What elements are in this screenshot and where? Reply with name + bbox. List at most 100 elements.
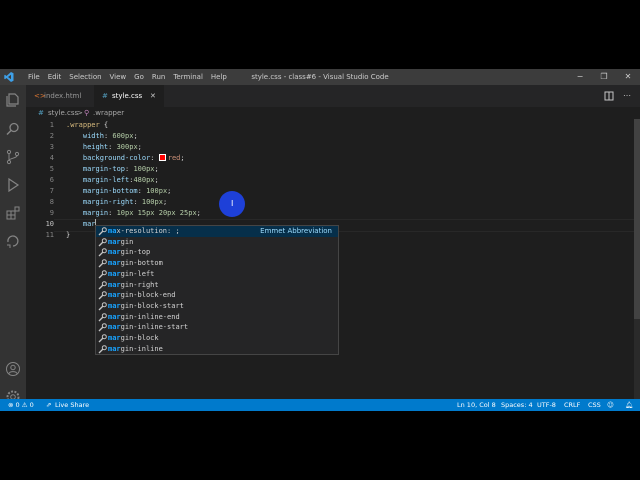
- suggestion-detail: Emmet Abbreviation: [260, 227, 332, 235]
- more-actions-icon[interactable]: ⋯: [622, 91, 632, 101]
- suggestion-match: mar: [108, 248, 121, 257]
- suggestion-item[interactable]: max-resolution: ; Emmet Abbreviation: [96, 226, 338, 237]
- line-number: 10: [45, 220, 54, 228]
- activity-bar: [0, 85, 26, 404]
- code-line[interactable]: margin-left:480px;: [66, 175, 159, 186]
- code-line[interactable]: margin-top: 100px;: [66, 164, 159, 175]
- menu-go[interactable]: Go: [130, 69, 148, 85]
- feedback-icon[interactable]: ☺: [607, 399, 614, 411]
- line-ending[interactable]: CRLF: [564, 399, 580, 411]
- code-token: margin-bottom: [66, 187, 138, 195]
- notifications-icon[interactable]: 🔔︎: [625, 399, 633, 411]
- breadcrumb-symbol[interactable]: .wrapper: [93, 107, 124, 119]
- remote-explorer-icon[interactable]: [5, 233, 21, 249]
- suggestion-label: margin-inline-end: [108, 312, 180, 323]
- suggestion-item[interactable]: margin-right: [96, 280, 338, 291]
- suggestion-label: margin-block-start: [108, 301, 184, 312]
- code-line[interactable]: margin-bottom: 100px;: [66, 186, 172, 197]
- language-mode[interactable]: CSS: [588, 399, 601, 411]
- menu-terminal[interactable]: Terminal: [169, 69, 207, 85]
- tab-style-css[interactable]: # style.css ✕: [94, 85, 164, 107]
- suggestion-item[interactable]: margin-left: [96, 269, 338, 280]
- menu-selection[interactable]: Selection: [65, 69, 105, 85]
- maximize-button[interactable]: ❐: [592, 69, 616, 85]
- code-token: 10px 15px 20px 25px: [116, 209, 197, 217]
- extensions-icon[interactable]: [5, 205, 21, 221]
- split-editor-icon[interactable]: [604, 91, 614, 101]
- suggestion-match: mar: [108, 280, 121, 289]
- mouse-click-indicator: I: [219, 191, 245, 217]
- close-tab-icon[interactable]: ✕: [150, 85, 156, 107]
- menu-run[interactable]: Run: [148, 69, 169, 85]
- close-window-button[interactable]: ✕: [616, 69, 640, 85]
- editor-tabs: <> index.html # style.css ✕ ⋯: [26, 85, 640, 107]
- suggestion-item[interactable]: margin-top: [96, 247, 338, 258]
- code-line[interactable]: width: 600px;: [66, 131, 138, 142]
- suggestion-match: mar: [108, 291, 121, 300]
- code-token: 100px: [146, 187, 168, 195]
- suggestion-item[interactable]: margin-inline-start: [96, 322, 338, 333]
- code-token: width: [66, 132, 104, 140]
- code-token: mar: [66, 220, 96, 228]
- code-line[interactable]: .wrapper {: [66, 120, 108, 131]
- breadcrumb-separator: >: [77, 109, 83, 117]
- text-cursor-icon: I: [231, 199, 234, 208]
- color-swatch[interactable]: [158, 154, 166, 161]
- menu-help[interactable]: Help: [207, 69, 231, 85]
- line-number: 2: [49, 132, 54, 140]
- menu-file[interactable]: File: [24, 69, 44, 85]
- suggestion-rest: gin-top: [120, 248, 151, 257]
- code-line[interactable]: margin: 10px 15px 20px 25px;: [66, 208, 201, 219]
- suggestion-item[interactable]: margin: [96, 237, 338, 248]
- suggestion-label: margin: [108, 237, 133, 248]
- menu-view[interactable]: View: [106, 69, 131, 85]
- code-line[interactable]: margin-right: 100px;: [66, 197, 167, 208]
- problems-indicator[interactable]: ⊗ 0 ⚠ 0: [8, 399, 34, 411]
- code-token: 600px: [112, 132, 134, 140]
- code-token: margin-left: [66, 176, 130, 184]
- scrollbar-thumb[interactable]: [634, 119, 640, 319]
- line-number: 9: [49, 209, 54, 217]
- suggestion-label: margin-bottom: [108, 258, 163, 269]
- code-token: {: [99, 121, 109, 129]
- tab-index-html[interactable]: <> index.html: [26, 85, 94, 107]
- css-file-icon: #: [102, 92, 108, 100]
- live-share-icon[interactable]: ⇗: [46, 399, 51, 411]
- breadcrumb-file[interactable]: style.css: [48, 107, 78, 119]
- suggestion-item[interactable]: margin-inline: [96, 344, 338, 355]
- breadcrumb: # style.css > ⚲ .wrapper: [26, 107, 640, 119]
- minimize-button[interactable]: −: [568, 69, 592, 85]
- title-bar: File Edit Selection View Go Run Terminal…: [0, 69, 640, 85]
- search-icon[interactable]: [5, 121, 21, 137]
- wrench-icon: [98, 237, 107, 247]
- wrench-icon: [98, 312, 107, 322]
- suggestion-item[interactable]: margin-inline-end: [96, 312, 338, 323]
- wrench-icon: [98, 291, 107, 300]
- wrench-icon: [98, 334, 107, 343]
- suggestion-item[interactable]: margin-block-end: [96, 290, 338, 301]
- accounts-icon[interactable]: [5, 361, 21, 377]
- tab-label: index.html: [44, 92, 82, 100]
- code-line[interactable]: mar: [66, 219, 96, 230]
- live-share-button[interactable]: Live Share: [55, 399, 89, 411]
- wrench-icon: [98, 302, 107, 311]
- cursor-position[interactable]: Ln 10, Col 8: [457, 399, 496, 411]
- run-debug-icon[interactable]: [5, 177, 21, 193]
- indentation[interactable]: Spaces: 4: [501, 399, 533, 411]
- source-control-icon[interactable]: [5, 149, 21, 165]
- code-line[interactable]: }: [66, 230, 70, 241]
- suggestion-item[interactable]: margin-block-start: [96, 301, 338, 312]
- code-line[interactable]: background-color: red;: [66, 153, 185, 164]
- css-file-icon: #: [38, 109, 44, 117]
- suggestion-item[interactable]: margin-block: [96, 333, 338, 344]
- explorer-icon[interactable]: [5, 92, 21, 108]
- code-token: margin-top: [66, 165, 126, 173]
- wrench-icon: [98, 344, 107, 354]
- code-line[interactable]: height: 300px;: [66, 142, 142, 153]
- code-token: red: [167, 154, 181, 162]
- suggestion-match: mar: [108, 334, 121, 342]
- menu-edit[interactable]: Edit: [44, 69, 66, 85]
- code-token: margin: [66, 209, 109, 217]
- encoding[interactable]: UTF-8: [537, 399, 556, 411]
- suggestion-item[interactable]: margin-bottom: [96, 258, 338, 269]
